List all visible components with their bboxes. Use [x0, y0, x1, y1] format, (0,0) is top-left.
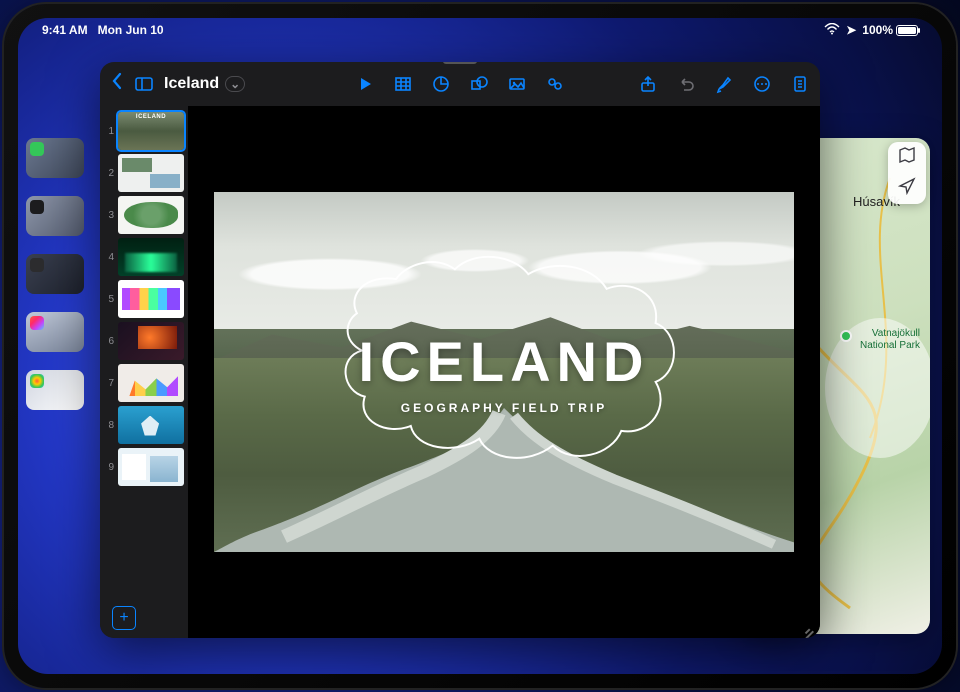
slide-thumb-3[interactable]: 3	[104, 196, 184, 234]
status-date: Mon Jun 10	[98, 23, 164, 37]
slide-navigator: 1ICELAND 2 3 4 5 6 7 8 9 +	[100, 106, 188, 638]
stage-manager-strip	[26, 138, 84, 410]
locate-button[interactable]	[898, 177, 916, 200]
slide-thumb-9[interactable]: 9	[104, 448, 184, 486]
slide-content[interactable]: ICELAND GEOGRAPHY FIELD TRIP	[214, 192, 794, 552]
undo-icon[interactable]	[676, 74, 696, 94]
chart-icon[interactable]	[431, 74, 451, 94]
status-time: 9:41 AM	[42, 23, 88, 37]
chevron-down-icon[interactable]: ⌄	[225, 76, 245, 92]
slide-thumb-8[interactable]: 8	[104, 406, 184, 444]
slide-thumb-7[interactable]: 7	[104, 364, 184, 402]
window-resize-grip[interactable]	[798, 616, 814, 632]
add-slide-button[interactable]: +	[112, 606, 136, 630]
maps-controls	[888, 142, 926, 204]
document-title[interactable]: Iceland ⌄	[164, 75, 245, 93]
battery-pct: 100%	[862, 23, 893, 37]
keynote-toolbar: Iceland ⌄	[100, 62, 820, 106]
document-options-icon[interactable]	[790, 74, 810, 94]
map-place-vatnajokull: Vatnajökull National Park	[860, 328, 920, 352]
wifi-icon	[824, 23, 840, 38]
format-brush-icon[interactable]	[714, 74, 734, 94]
map-poi-dot[interactable]	[840, 330, 852, 342]
stage-item-files[interactable]	[26, 196, 84, 236]
ipad-frame: 9:41 AM Mon Jun 10 ➤ 100%	[4, 4, 956, 688]
ipad-screen: 9:41 AM Mon Jun 10 ➤ 100%	[18, 18, 942, 674]
status-bar: 9:41 AM Mon Jun 10 ➤ 100%	[18, 18, 942, 42]
document-title-text: Iceland	[164, 75, 219, 93]
media-icon[interactable]	[507, 74, 527, 94]
share-icon[interactable]	[638, 74, 658, 94]
stage-item-messages[interactable]	[26, 138, 84, 178]
play-icon[interactable]	[355, 74, 375, 94]
slide-thumb-5[interactable]: 5	[104, 280, 184, 318]
stage-item-calculator[interactable]	[26, 254, 84, 294]
slide-subtitle[interactable]: GEOGRAPHY FIELD TRIP	[214, 401, 794, 415]
slide-thumb-6[interactable]: 6	[104, 322, 184, 360]
location-icon: ➤	[846, 23, 856, 37]
slide-thumb-4[interactable]: 4	[104, 238, 184, 276]
battery-indicator: 100%	[862, 23, 918, 37]
keynote-window: Iceland ⌄	[100, 62, 820, 638]
slide-title[interactable]: ICELAND	[214, 329, 794, 394]
back-button[interactable]	[110, 71, 124, 97]
shape-icon[interactable]	[469, 74, 489, 94]
table-icon[interactable]	[393, 74, 413, 94]
slide-thumb-2[interactable]: 2	[104, 154, 184, 192]
stage-item-shortcuts[interactable]	[26, 312, 84, 352]
stage-item-photos[interactable]	[26, 370, 84, 410]
sidebar-toggle-icon[interactable]	[134, 74, 154, 94]
text-icon[interactable]	[545, 74, 565, 94]
slide-thumb-1[interactable]: 1ICELAND	[104, 112, 184, 150]
slide-canvas[interactable]: ICELAND GEOGRAPHY FIELD TRIP	[188, 106, 820, 638]
animate-icon[interactable]	[752, 74, 772, 94]
map-mode-button[interactable]	[898, 146, 916, 169]
